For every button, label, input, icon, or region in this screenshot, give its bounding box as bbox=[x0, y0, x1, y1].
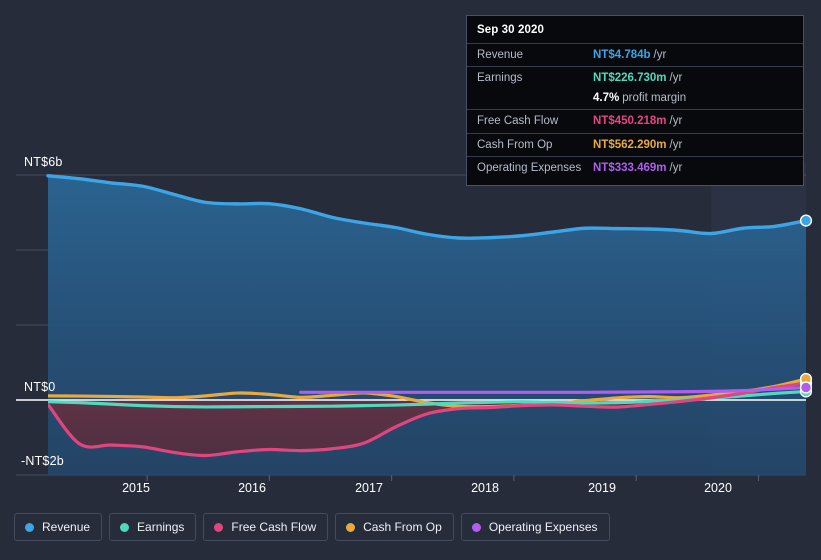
legend-item-earnings[interactable]: Earnings bbox=[109, 513, 197, 541]
tooltip-row-profit-margin: 4.7% profit margin bbox=[467, 90, 803, 109]
y-axis-label-top: NT$6b bbox=[24, 155, 63, 169]
legend-item-label: Earnings bbox=[137, 520, 185, 534]
legend-item-label: Free Cash Flow bbox=[231, 520, 317, 534]
tooltip-row-label: Revenue bbox=[477, 49, 524, 61]
tooltip-row-label: Operating Expenses bbox=[477, 161, 582, 174]
chart-legend: Revenue Earnings Free Cash Flow Cash From O… bbox=[14, 513, 610, 541]
tooltip-row-label: Free Cash Flow bbox=[477, 115, 559, 128]
tooltip-row-label: Earnings bbox=[477, 72, 523, 85]
tooltip-row-cash-from-op: Cash From Op NT$562.290m/yr bbox=[467, 132, 803, 156]
tooltip-row-unit: /yr bbox=[669, 115, 683, 128]
x-axis-label-2020: 2020 bbox=[704, 481, 732, 495]
y-axis-label-zero: NT$0 bbox=[24, 380, 56, 394]
x-axis-label-2017: 2017 bbox=[355, 481, 383, 495]
legend-item-revenue[interactable]: Revenue bbox=[14, 513, 103, 541]
legend-item-label: Revenue bbox=[42, 520, 91, 534]
tooltip-row-unit: /yr bbox=[669, 72, 683, 85]
legend-item-label: Operating Expenses bbox=[488, 520, 598, 534]
legend-dot-icon bbox=[214, 522, 224, 532]
data-tooltip: Sep 30 2020 Revenue NT$4.784b/yr Earnings N… bbox=[466, 15, 804, 187]
x-axis-label-2016: 2016 bbox=[238, 481, 266, 495]
tooltip-row-value: NT$333.469m bbox=[593, 161, 667, 174]
tooltip-row-value: NT$562.290m bbox=[593, 138, 667, 151]
legend-dot-icon bbox=[346, 522, 356, 532]
tooltip-row-unit: /yr bbox=[653, 49, 667, 61]
x-axis-label-2015: 2015 bbox=[122, 481, 150, 495]
x-axis-label-2018: 2018 bbox=[471, 481, 499, 495]
tooltip-row-free-cash-flow: Free Cash Flow NT$450.218m/yr bbox=[467, 109, 803, 132]
legend-dot-icon bbox=[25, 522, 34, 532]
tooltip-row-operating-expenses: Operating Expenses NT$333.469m/yr bbox=[467, 155, 803, 179]
tooltip-row-value: NT$226.730m bbox=[593, 72, 667, 85]
tooltip-row-value: NT$4.784b bbox=[593, 49, 651, 61]
legend-item-operating-expenses[interactable]: Operating Expenses bbox=[460, 513, 610, 541]
tooltip-row-unit: /yr bbox=[669, 138, 683, 151]
legend-item-label: Cash From Op bbox=[363, 520, 442, 534]
legend-dot-icon bbox=[471, 522, 481, 532]
tooltip-row-unit: /yr bbox=[669, 161, 683, 174]
tooltip-row-earnings: Earnings NT$226.730m/yr bbox=[467, 66, 803, 89]
y-axis-label-bottom: -NT$2b bbox=[21, 454, 64, 468]
legend-item-cash-from-op[interactable]: Cash From Op bbox=[335, 513, 454, 541]
tooltip-row-value: NT$450.218m bbox=[593, 115, 667, 128]
tooltip-row-unit: profit margin bbox=[622, 91, 687, 104]
tooltip-row-revenue: Revenue NT$4.784b/yr bbox=[467, 43, 803, 66]
tooltip-row-label: Cash From Op bbox=[477, 138, 553, 151]
legend-dot-icon bbox=[120, 522, 130, 532]
tooltip-rows: Revenue NT$4.784b/yr Earnings NT$226.730m/y… bbox=[467, 43, 803, 179]
x-axis-label-2019: 2019 bbox=[588, 481, 616, 495]
tooltip-date: Sep 30 2020 bbox=[477, 24, 544, 36]
tooltip-row-value: 4.7% bbox=[593, 91, 620, 104]
legend-item-free-cash-flow[interactable]: Free Cash Flow bbox=[203, 513, 329, 541]
financial-chart: NT$6b NT$0 -NT$2b 2015 2016 2017 2018 2019 20… bbox=[0, 0, 821, 560]
